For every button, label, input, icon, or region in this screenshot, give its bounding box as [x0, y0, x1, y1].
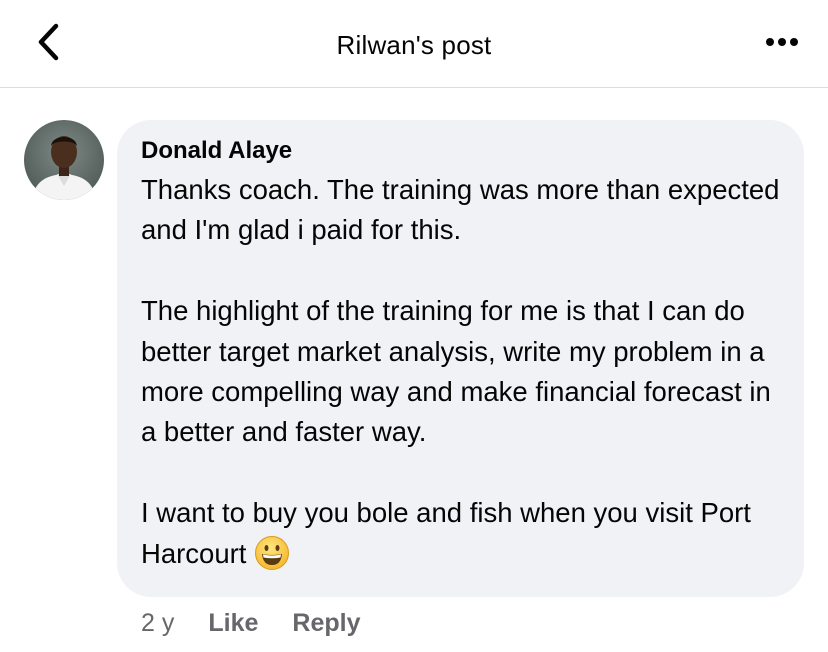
comment-timestamp[interactable]: 2 y	[141, 609, 174, 638]
scrolled-content-remnant	[318, 88, 358, 92]
page-title: Rilwan's post	[336, 30, 492, 60]
comment-author[interactable]: Donald Alaye	[141, 137, 292, 165]
more-horizontal-icon	[765, 34, 799, 52]
avatar[interactable]	[24, 120, 104, 200]
comment-bubble[interactable]: Donald Alaye Thanks coach. The training …	[117, 120, 804, 597]
comment-actions: 2 y Like Reply	[141, 606, 394, 640]
comment-paragraph: The highlight of the training for me is …	[141, 295, 771, 448]
comment-paragraph: I want to buy you bole and fish when you…	[141, 493, 791, 574]
post-comments-screen: Rilwan's post Donald Alaye Thanks coach.…	[0, 0, 828, 652]
like-button[interactable]: Like	[208, 609, 258, 638]
comment-paragraph-text: I want to buy you bole and fish when you…	[141, 497, 751, 569]
reply-button[interactable]: Reply	[292, 609, 360, 638]
top-app-bar: Rilwan's post	[0, 0, 828, 88]
comment-paragraph: Thanks coach. The training was more than…	[141, 174, 780, 246]
grinning-face-icon	[254, 535, 290, 571]
comment-body: Thanks coach. The training was more than…	[141, 170, 791, 574]
more-options-button[interactable]	[762, 28, 802, 58]
